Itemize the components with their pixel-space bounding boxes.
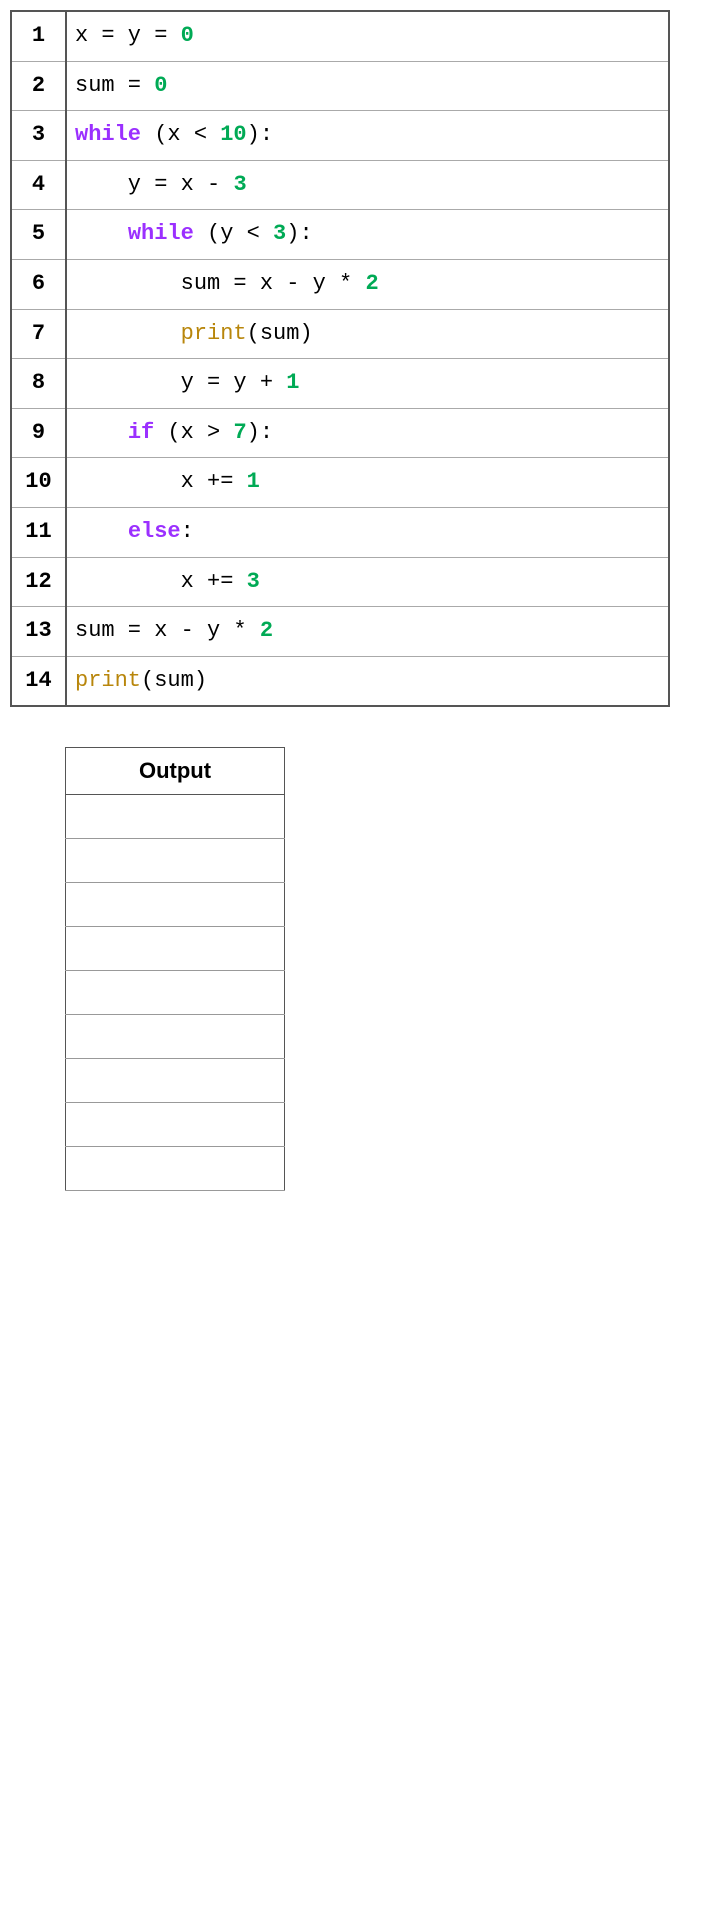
output-row xyxy=(66,927,285,971)
output-row xyxy=(66,1103,285,1147)
output-row xyxy=(66,795,285,839)
line-number: 4 xyxy=(11,160,66,210)
output-row xyxy=(66,883,285,927)
code-table: 1 x = y = 0 2 sum = 0 3 while (x < 10): … xyxy=(10,10,670,707)
code-line: sum = 0 xyxy=(66,61,669,111)
line-number: 6 xyxy=(11,259,66,309)
line-number: 1 xyxy=(11,11,66,61)
code-row: 4 y = x - 3 xyxy=(11,160,669,210)
code-line: x += 3 xyxy=(66,557,669,607)
output-cell xyxy=(66,1059,285,1103)
output-row xyxy=(66,1147,285,1191)
line-number: 8 xyxy=(11,359,66,409)
code-line: y = x - 3 xyxy=(66,160,669,210)
code-row: 1 x = y = 0 xyxy=(11,11,669,61)
code-row: 7 print(sum) xyxy=(11,309,669,359)
code-row: 3 while (x < 10): xyxy=(11,111,669,161)
output-cell xyxy=(66,1103,285,1147)
output-cell xyxy=(66,971,285,1015)
line-number: 13 xyxy=(11,607,66,657)
output-cell xyxy=(66,839,285,883)
line-number: 5 xyxy=(11,210,66,260)
output-cell xyxy=(66,1015,285,1059)
code-line: x += 1 xyxy=(66,458,669,508)
line-number: 9 xyxy=(11,408,66,458)
code-line: print(sum) xyxy=(66,656,669,706)
output-cell xyxy=(66,927,285,971)
output-table: Output xyxy=(65,747,285,1191)
code-row: 14 print(sum) xyxy=(11,656,669,706)
code-row: 11 else: xyxy=(11,507,669,557)
output-cell xyxy=(66,883,285,927)
code-line: print(sum) xyxy=(66,309,669,359)
code-row: 10 x += 1 xyxy=(11,458,669,508)
code-line: while (x < 10): xyxy=(66,111,669,161)
code-row: 5 while (y < 3): xyxy=(11,210,669,260)
output-row xyxy=(66,1015,285,1059)
output-cell xyxy=(66,795,285,839)
code-line: while (y < 3): xyxy=(66,210,669,260)
code-line: y = y + 1 xyxy=(66,359,669,409)
code-row: 6 sum = x - y * 2 xyxy=(11,259,669,309)
output-header: Output xyxy=(66,748,285,795)
line-number: 7 xyxy=(11,309,66,359)
line-number: 11 xyxy=(11,507,66,557)
code-line: sum = x - y * 2 xyxy=(66,607,669,657)
code-line: sum = x - y * 2 xyxy=(66,259,669,309)
code-row: 8 y = y + 1 xyxy=(11,359,669,409)
code-line: x = y = 0 xyxy=(66,11,669,61)
code-row: 9 if (x > 7): xyxy=(11,408,669,458)
output-row xyxy=(66,971,285,1015)
code-row: 2 sum = 0 xyxy=(11,61,669,111)
code-line: else: xyxy=(66,507,669,557)
line-number: 2 xyxy=(11,61,66,111)
output-cell xyxy=(66,1147,285,1191)
code-row: 13 sum = x - y * 2 xyxy=(11,607,669,657)
output-row xyxy=(66,839,285,883)
line-number: 10 xyxy=(11,458,66,508)
line-number: 14 xyxy=(11,656,66,706)
output-row xyxy=(66,1059,285,1103)
line-number: 12 xyxy=(11,557,66,607)
line-number: 3 xyxy=(11,111,66,161)
code-line: if (x > 7): xyxy=(66,408,669,458)
code-row: 12 x += 3 xyxy=(11,557,669,607)
